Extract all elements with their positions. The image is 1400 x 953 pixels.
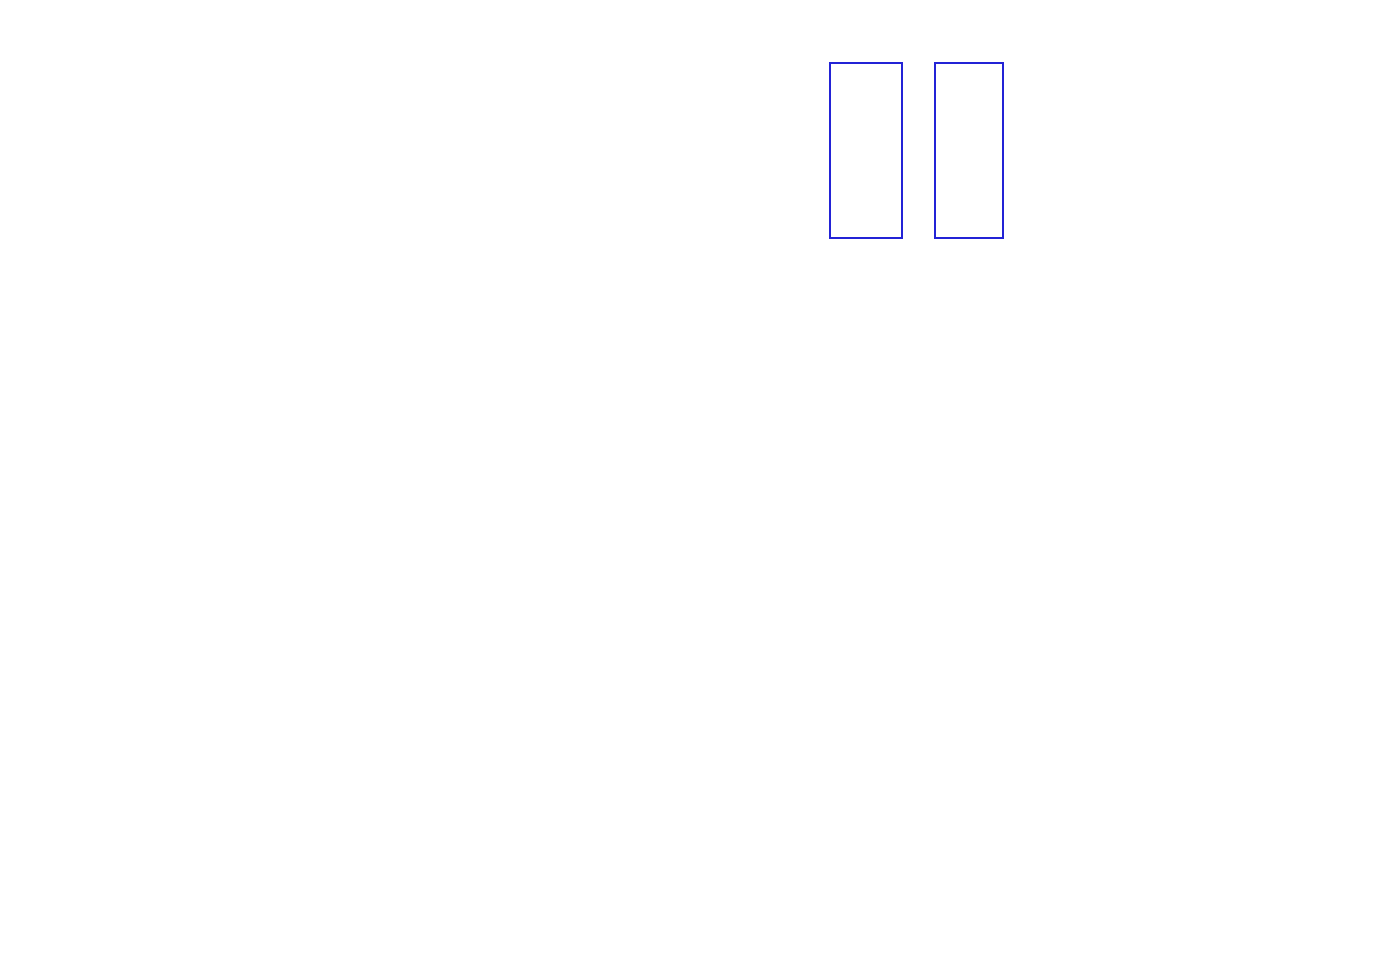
full-spectrum-plot	[0, 265, 1400, 465]
report-meta	[1056, 5, 1103, 54]
line-fit-plot	[1020, 48, 1330, 243]
with-sky-canvas	[831, 64, 901, 237]
weighted-sum-label	[748, 48, 755, 73]
with-sky-image	[829, 62, 903, 239]
clean-image-canvas	[936, 64, 1002, 237]
elixer-report-page	[0, 0, 1400, 953]
clean-image-box	[934, 62, 1004, 239]
